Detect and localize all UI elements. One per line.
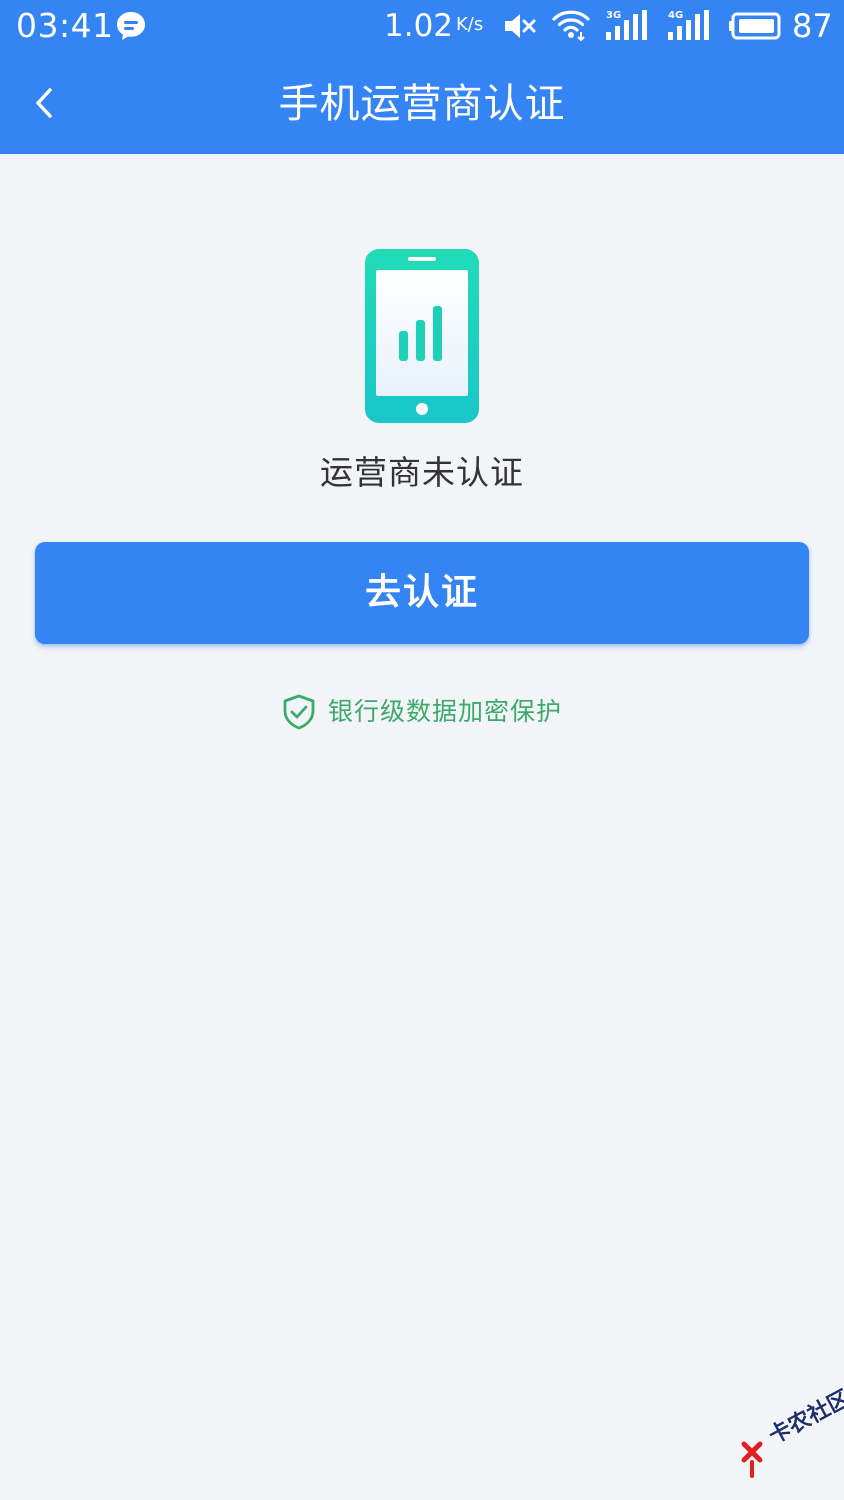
back-button[interactable]	[22, 80, 68, 126]
verification-status: 运营商未认证	[320, 453, 524, 492]
security-note: 银行级数据加密保护	[0, 692, 844, 732]
mute-icon	[505, 14, 536, 38]
chevron-left-icon	[36, 88, 52, 118]
signal-3g-icon: 3G	[606, 10, 647, 40]
watermark-logo: 卡农社区	[738, 1386, 844, 1484]
phone-signal-icon	[365, 249, 479, 423]
page-title: 手机运营商认证	[278, 81, 566, 127]
watermark-text: 卡农社区	[764, 1385, 844, 1450]
network-speed-unit: K/s	[456, 14, 484, 35]
battery-icon	[729, 12, 781, 40]
status-time: 03:41	[16, 6, 114, 45]
status-bar: 03:41 1.02 K/s 3G 4G 87	[0, 0, 844, 54]
watermark-mark-icon	[741, 1441, 763, 1478]
security-note-text: 银行级数据加密保护	[327, 697, 562, 726]
app-screen: 03:41 1.02 K/s 3G 4G 87 手机运营商认证 运营商未认证 去…	[0, 0, 844, 1500]
signal-4g-icon: 4G	[668, 10, 709, 40]
verify-button[interactable]: 去认证	[35, 542, 809, 644]
wifi-icon	[552, 10, 590, 42]
header-bar: 手机运营商认证	[0, 54, 844, 154]
network-speed: 1.02	[384, 8, 454, 44]
svg-text:3G: 3G	[606, 10, 621, 21]
message-icon	[117, 12, 145, 40]
shield-check-icon	[283, 694, 315, 730]
svg-text:4G: 4G	[668, 10, 683, 21]
battery-level: 87	[792, 7, 833, 45]
